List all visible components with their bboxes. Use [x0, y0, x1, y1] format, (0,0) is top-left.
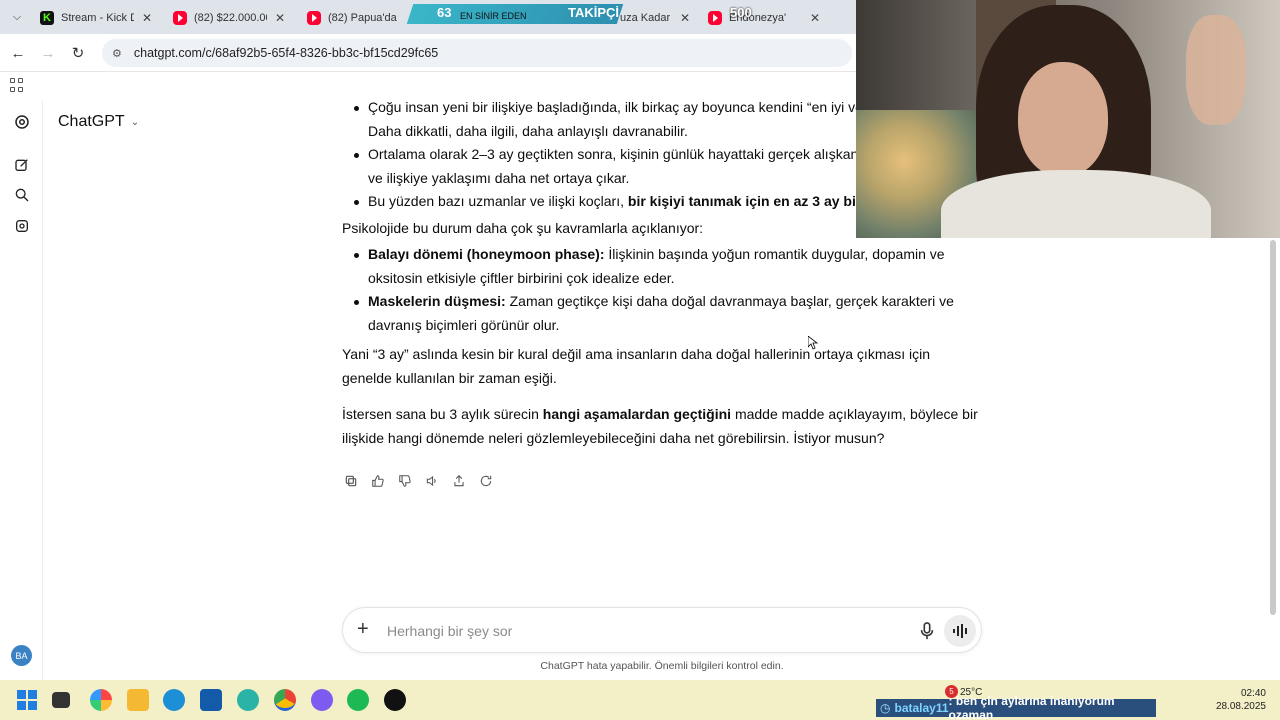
webcam-person-hand — [1186, 15, 1246, 125]
microphone-icon[interactable] — [917, 620, 937, 642]
list-item-text: Ortalama olarak 2–3 ay geçtikten sonra, … — [368, 146, 888, 162]
thumbs-up-icon[interactable] — [369, 472, 387, 490]
message-actions — [342, 472, 495, 490]
scrollbar[interactable] — [1270, 240, 1276, 615]
model-selector[interactable]: ChatGPT ⌄ — [58, 113, 139, 131]
list-item-text: Bu yüzden bazı uzmanlar ve ilişki koçlar… — [368, 193, 628, 209]
address-bar: ← → ↻ ⚙ chatgpt.com/c/68af92b5-65f4-8326… — [0, 34, 856, 72]
apps-grid-icon[interactable] — [10, 78, 24, 92]
list-item-text: Çoğu insan yeni bir ilişkiye başladığınd… — [368, 99, 893, 115]
youtube-icon — [307, 11, 321, 25]
close-icon[interactable]: ✕ — [275, 11, 285, 25]
tab-title: (82) $22.000.000 — [194, 12, 267, 24]
twitch-chat-icon: ◷ — [880, 701, 891, 715]
close-icon[interactable]: ✕ — [142, 11, 152, 25]
chrome-icon[interactable] — [274, 689, 296, 711]
site-settings-icon[interactable]: ⚙ — [112, 47, 122, 60]
list-item: Maskelerin düşmesi: Zaman geçtikçe kişi … — [342, 290, 982, 337]
discord-icon[interactable] — [311, 689, 333, 711]
youtube-icon — [708, 11, 722, 25]
webcam-feed — [856, 0, 1280, 238]
library-icon[interactable] — [12, 216, 32, 236]
composer: + — [342, 607, 982, 653]
edge-icon[interactable] — [163, 689, 185, 711]
stream-chat-overlay: ◷ batalay11 : ben çin aylarına inanıyoru… — [876, 694, 1156, 720]
reload-icon[interactable]: ↻ — [68, 43, 88, 63]
mouse-cursor-icon — [808, 336, 818, 350]
stream-goal-counter: 63 — [437, 5, 452, 20]
thumbs-down-icon[interactable] — [396, 472, 414, 490]
new-chat-icon[interactable] — [12, 155, 32, 175]
tab-youtube-1[interactable]: (82) $22.000.000 ✕ — [163, 4, 295, 32]
voice-mode-button[interactable] — [944, 615, 976, 647]
list-item-text: ve ilişkiye yaklaşımı daha net ortaya çı… — [368, 169, 630, 186]
plus-icon[interactable]: + — [357, 618, 369, 641]
prompt-input[interactable] — [387, 620, 887, 642]
follower-label: TAKİPÇİ — [568, 5, 620, 20]
list-item: Balayı dönemi (honeymoon phase): İlişkin… — [342, 243, 982, 290]
chat-username: batalay11 — [894, 701, 949, 715]
avatar[interactable]: BA — [11, 645, 32, 666]
forward-arrow-icon[interactable]: → — [38, 43, 58, 63]
summary-paragraph: Yani “3 ay” aslında kesin bir kural deği… — [342, 346, 931, 386]
store-icon[interactable] — [200, 689, 222, 711]
read-aloud-icon[interactable] — [423, 472, 441, 490]
clock-time: 02:40 — [1240, 688, 1266, 699]
copilot-icon[interactable] — [90, 689, 112, 711]
concept-term: Maskelerin düşmesi: — [368, 293, 506, 309]
bullet-list-concepts: Balayı dönemi (honeymoon phase): İlişkin… — [342, 243, 982, 337]
search-icon[interactable] — [12, 185, 32, 205]
share-icon[interactable] — [450, 472, 468, 490]
back-arrow-icon[interactable]: ← — [8, 43, 28, 63]
url-field[interactable]: ⚙ chatgpt.com/c/68af92b5-65f4-8326-bb3c-… — [102, 39, 852, 67]
copy-icon[interactable] — [342, 472, 360, 490]
webcam-person-shirt — [941, 170, 1211, 238]
kick-icon: K — [40, 11, 54, 25]
stream-goal-label: EN SİNİR EDEN — [460, 11, 527, 21]
tab-title: uza Kadar T — [620, 12, 672, 24]
offer-text: İstersen sana bu 3 aylık sürecin — [342, 406, 543, 422]
chatgpt-logo-icon[interactable] — [12, 112, 32, 132]
webcam-person-face — [1018, 62, 1108, 177]
system-clock[interactable]: 02:40 28.08.2025 — [1210, 687, 1266, 713]
tab-youtube-2[interactable]: (82) Papua'da Ç — [297, 4, 407, 32]
chat-message: : ben çin aylarına inanıyorum ozaman — [948, 694, 1115, 720]
concept-term: Balayı dönemi (honeymoon phase): — [368, 246, 605, 262]
app-icon[interactable] — [237, 689, 259, 711]
clock-date: 28.08.2025 — [1215, 701, 1266, 712]
tab-kick-stream[interactable]: K Stream - Kick Da ✕ — [30, 4, 162, 32]
tab-title: Stream - Kick Da — [61, 12, 134, 24]
follower-goal-counter: 500 — [730, 5, 752, 20]
tab-title: (82) Papua'da Ç — [328, 12, 397, 24]
task-view-icon[interactable] — [52, 692, 70, 708]
url-text: chatgpt.com/c/68af92b5-65f4-8326-bb3c-bf… — [133, 46, 439, 60]
chevron-down-icon: ⌄ — [130, 116, 140, 128]
close-icon[interactable]: ✕ — [680, 11, 690, 25]
waveform-icon — [953, 624, 967, 638]
windows-start-icon[interactable] — [16, 689, 38, 711]
close-icon[interactable]: ✕ — [810, 11, 820, 25]
regenerate-icon[interactable] — [477, 472, 495, 490]
brand-label: ChatGPT — [58, 113, 125, 130]
youtube-icon — [173, 11, 187, 25]
disclaimer: ChatGPT hata yapabilir. Önemli bilgileri… — [540, 660, 784, 672]
list-item-text: Daha dikkatli, daha ilgili, daha anlayış… — [368, 122, 688, 139]
tab-search-icon[interactable]: ⌵ — [6, 6, 28, 28]
offer-bold: hangi aşamalardan geçtiğini — [542, 406, 732, 422]
obs-icon[interactable] — [384, 689, 406, 711]
file-explorer-icon[interactable] — [127, 689, 149, 711]
spotify-icon[interactable] — [347, 689, 369, 711]
screen: ⌵ K Stream - Kick Da ✕ (82) $22.000.000 … — [0, 0, 1280, 720]
tab-youtube-4[interactable]: Endonezya' ✕ — [698, 4, 830, 32]
tab-youtube-3[interactable]: uza Kadar T ✕ — [610, 4, 700, 32]
offer-paragraph: İstersen sana bu 3 aylık sürecin hangi a… — [342, 403, 982, 450]
